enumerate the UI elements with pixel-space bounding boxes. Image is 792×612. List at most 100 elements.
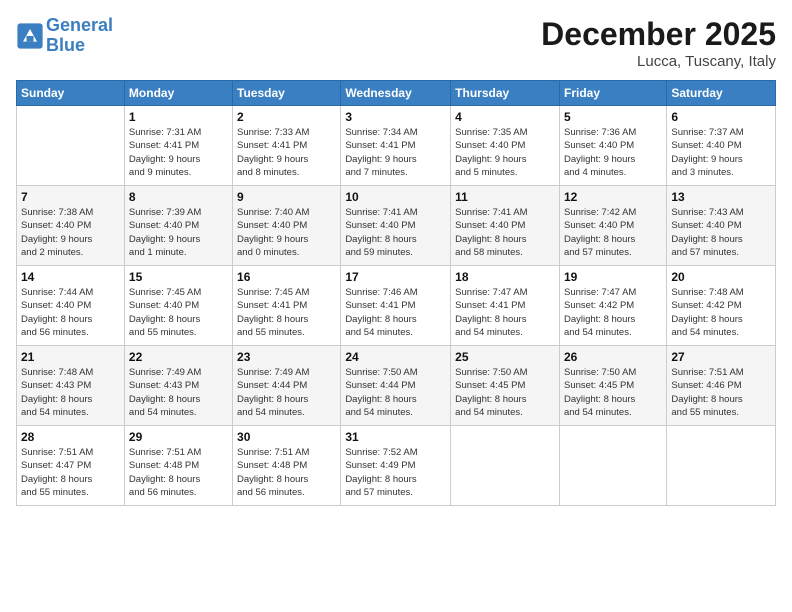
- day-number: 24: [345, 350, 446, 364]
- table-row: 10 Sunrise: 7:41 AM Sunset: 4:40 PM Dayli…: [341, 186, 451, 266]
- calendar-week-row: 7 Sunrise: 7:38 AM Sunset: 4:40 PM Daylig…: [17, 186, 776, 266]
- day-number: 13: [671, 190, 771, 204]
- logo: General Blue: [16, 16, 113, 56]
- logo-icon: [16, 22, 44, 50]
- day-info: Sunrise: 7:45 AM Sunset: 4:41 PM Dayligh…: [237, 286, 336, 339]
- col-friday: Friday: [559, 81, 666, 106]
- day-number: 18: [455, 270, 555, 284]
- day-number: 19: [564, 270, 662, 284]
- col-wednesday: Wednesday: [341, 81, 451, 106]
- table-row: 12Sunrise: 7:42 AM Sunset: 4:40 PM Dayli…: [559, 186, 666, 266]
- location-title: Lucca, Tuscany, Italy: [541, 53, 776, 70]
- table-row: 26 Sunrise: 7:50 AM Sunset: 4:45 PM Dayli…: [559, 346, 666, 426]
- day-info: Sunrise: 7:52 AM Sunset: 4:49 PM Dayligh…: [345, 446, 446, 499]
- day-number: 16: [237, 270, 336, 284]
- table-row: 8 Sunrise: 7:39 AM Sunset: 4:40 PM Daylig…: [124, 186, 232, 266]
- table-row: 5 Sunrise: 7:36 AM Sunset: 4:40 PM Daylig…: [559, 106, 666, 186]
- day-info: Sunrise: 7:50 AM Sunset: 4:44 PM Dayligh…: [345, 366, 446, 419]
- day-info: Sunrise: 7:47 AM Sunset: 4:42 PM Dayligh…: [564, 286, 662, 339]
- table-row: 22 Sunrise: 7:49 AM Sunset: 4:43 PM Dayli…: [124, 346, 232, 426]
- col-monday: Monday: [124, 81, 232, 106]
- day-number: 31: [345, 430, 446, 444]
- day-info: Sunrise: 7:50 AM Sunset: 4:45 PM Dayligh…: [455, 366, 555, 419]
- table-row: 3 Sunrise: 7:34 AM Sunset: 4:41 PM Daylig…: [341, 106, 451, 186]
- table-row: 30 Sunrise: 7:51 AM Sunset: 4:48 PM Dayli…: [233, 426, 341, 506]
- day-number: 27: [671, 350, 771, 364]
- table-row: 4 Sunrise: 7:35 AM Sunset: 4:40 PM Daylig…: [451, 106, 560, 186]
- col-tuesday: Tuesday: [233, 81, 341, 106]
- day-number: 22: [129, 350, 228, 364]
- day-number: 5: [564, 110, 662, 124]
- table-row: 29 Sunrise: 7:51 AM Sunset: 4:48 PM Dayli…: [124, 426, 232, 506]
- day-info: Sunrise: 7:48 AM Sunset: 4:42 PM Dayligh…: [671, 286, 771, 339]
- day-info: Sunrise: 7:39 AM Sunset: 4:40 PM Dayligh…: [129, 206, 228, 259]
- calendar-week-row: 21 Sunrise: 7:48 AM Sunset: 4:43 PM Dayli…: [17, 346, 776, 426]
- day-number: 9: [237, 190, 336, 204]
- day-number: 15: [129, 270, 228, 284]
- day-number: 28: [21, 430, 120, 444]
- table-row: [17, 106, 125, 186]
- table-row: [451, 426, 560, 506]
- table-row: [667, 426, 776, 506]
- day-info: Sunrise: 7:38 AM Sunset: 4:40 PM Dayligh…: [21, 206, 120, 259]
- day-number: 4: [455, 110, 555, 124]
- day-info: Sunrise: 7:34 AM Sunset: 4:41 PM Dayligh…: [345, 126, 446, 179]
- day-info: Sunrise: 7:51 AM Sunset: 4:47 PM Dayligh…: [21, 446, 120, 499]
- day-info: Sunrise: 7:40 AM Sunset: 4:40 PM Dayligh…: [237, 206, 336, 259]
- day-number: 25: [455, 350, 555, 364]
- day-number: 12: [564, 190, 662, 204]
- day-number: 23: [237, 350, 336, 364]
- table-row: 13Sunrise: 7:43 AM Sunset: 4:40 PM Dayli…: [667, 186, 776, 266]
- table-row: 11 Sunrise: 7:41 AM Sunset: 4:40 PM Dayli…: [451, 186, 560, 266]
- day-info: Sunrise: 7:35 AM Sunset: 4:40 PM Dayligh…: [455, 126, 555, 179]
- table-row: 14Sunrise: 7:44 AM Sunset: 4:40 PM Dayli…: [17, 266, 125, 346]
- day-number: 30: [237, 430, 336, 444]
- day-info: Sunrise: 7:36 AM Sunset: 4:40 PM Dayligh…: [564, 126, 662, 179]
- day-info: Sunrise: 7:41 AM Sunset: 4:40 PM Dayligh…: [455, 206, 555, 259]
- table-row: 21 Sunrise: 7:48 AM Sunset: 4:43 PM Dayli…: [17, 346, 125, 426]
- header: General Blue December 2025 Lucca, Tuscan…: [16, 16, 776, 70]
- day-number: 17: [345, 270, 446, 284]
- calendar-week-row: 28 Sunrise: 7:51 AM Sunset: 4:47 PM Dayli…: [17, 426, 776, 506]
- table-row: 20 Sunrise: 7:48 AM Sunset: 4:42 PM Dayli…: [667, 266, 776, 346]
- col-sunday: Sunday: [17, 81, 125, 106]
- day-number: 20: [671, 270, 771, 284]
- calendar-week-row: 14Sunrise: 7:44 AM Sunset: 4:40 PM Dayli…: [17, 266, 776, 346]
- table-row: 23 Sunrise: 7:49 AM Sunset: 4:44 PM Dayli…: [233, 346, 341, 426]
- day-info: Sunrise: 7:41 AM Sunset: 4:40 PM Dayligh…: [345, 206, 446, 259]
- day-info: Sunrise: 7:49 AM Sunset: 4:44 PM Dayligh…: [237, 366, 336, 419]
- day-info: Sunrise: 7:44 AM Sunset: 4:40 PM Dayligh…: [21, 286, 120, 339]
- table-row: 15 Sunrise: 7:45 AM Sunset: 4:40 PM Dayli…: [124, 266, 232, 346]
- day-number: 7: [21, 190, 120, 204]
- table-row: 25 Sunrise: 7:50 AM Sunset: 4:45 PM Dayli…: [451, 346, 560, 426]
- logo-line2: Blue: [46, 35, 85, 55]
- day-number: 8: [129, 190, 228, 204]
- day-info: Sunrise: 7:51 AM Sunset: 4:46 PM Dayligh…: [671, 366, 771, 419]
- day-info: Sunrise: 7:48 AM Sunset: 4:43 PM Dayligh…: [21, 366, 120, 419]
- day-number: 29: [129, 430, 228, 444]
- day-number: 2: [237, 110, 336, 124]
- day-number: 1: [129, 110, 228, 124]
- day-info: Sunrise: 7:45 AM Sunset: 4:40 PM Dayligh…: [129, 286, 228, 339]
- table-row: 7 Sunrise: 7:38 AM Sunset: 4:40 PM Daylig…: [17, 186, 125, 266]
- day-info: Sunrise: 7:33 AM Sunset: 4:41 PM Dayligh…: [237, 126, 336, 179]
- col-thursday: Thursday: [451, 81, 560, 106]
- day-number: 11: [455, 190, 555, 204]
- logo-line1: General: [46, 15, 113, 35]
- calendar-table: Sunday Monday Tuesday Wednesday Thursday…: [16, 80, 776, 506]
- day-number: 3: [345, 110, 446, 124]
- day-info: Sunrise: 7:51 AM Sunset: 4:48 PM Dayligh…: [129, 446, 228, 499]
- table-row: 31 Sunrise: 7:52 AM Sunset: 4:49 PM Dayli…: [341, 426, 451, 506]
- col-saturday: Saturday: [667, 81, 776, 106]
- day-info: Sunrise: 7:37 AM Sunset: 4:40 PM Dayligh…: [671, 126, 771, 179]
- day-info: Sunrise: 7:51 AM Sunset: 4:48 PM Dayligh…: [237, 446, 336, 499]
- day-info: Sunrise: 7:50 AM Sunset: 4:45 PM Dayligh…: [564, 366, 662, 419]
- table-row: 6Sunrise: 7:37 AM Sunset: 4:40 PM Daylig…: [667, 106, 776, 186]
- table-row: 2 Sunrise: 7:33 AM Sunset: 4:41 PM Daylig…: [233, 106, 341, 186]
- day-info: Sunrise: 7:49 AM Sunset: 4:43 PM Dayligh…: [129, 366, 228, 419]
- day-number: 21: [21, 350, 120, 364]
- table-row: 24 Sunrise: 7:50 AM Sunset: 4:44 PM Dayli…: [341, 346, 451, 426]
- day-number: 26: [564, 350, 662, 364]
- day-number: 10: [345, 190, 446, 204]
- day-info: Sunrise: 7:31 AM Sunset: 4:41 PM Dayligh…: [129, 126, 228, 179]
